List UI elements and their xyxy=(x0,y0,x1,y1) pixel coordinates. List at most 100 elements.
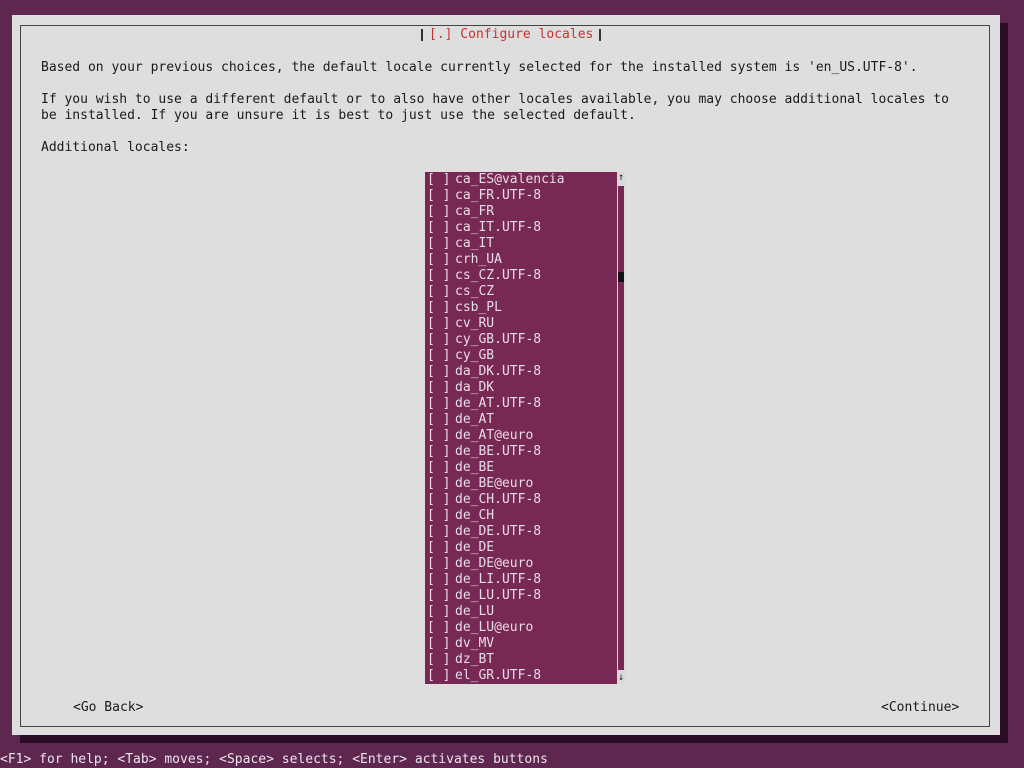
continue-button[interactable]: <Continue> xyxy=(881,700,959,716)
locale-checkbox[interactable]: [ ] xyxy=(427,524,455,540)
locale-label: de_DE xyxy=(455,540,495,555)
locale-checkbox[interactable]: [ ] xyxy=(427,540,455,556)
locale-checkbox[interactable]: [ ] xyxy=(427,428,455,444)
locale-list-item[interactable]: [ ] de_DE@euro xyxy=(425,556,617,572)
locale-list-item[interactable]: [ ] ca_IT.UTF-8 xyxy=(425,220,617,236)
locale-label: ca_IT xyxy=(455,236,495,251)
locale-list-item[interactable]: [ ] cv_RU xyxy=(425,316,617,332)
locale-label: de_BE xyxy=(455,460,495,475)
locale-checkbox[interactable]: [ ] xyxy=(427,556,455,572)
locale-checkbox[interactable]: [ ] xyxy=(427,172,455,188)
locale-list-item[interactable]: [ ] cs_CZ.UTF-8 xyxy=(425,268,617,284)
locale-label: cy_GB.UTF-8 xyxy=(455,332,542,347)
locale-checkbox[interactable]: [ ] xyxy=(427,460,455,476)
dialog-title: [.] Configure locales xyxy=(421,27,602,43)
locale-checkbox[interactable]: [ ] xyxy=(427,252,455,268)
locale-checkbox[interactable]: [ ] xyxy=(427,444,455,460)
locale-label: da_DK xyxy=(455,380,495,395)
locale-list-item[interactable]: [ ] de_LU xyxy=(425,604,617,620)
locale-checkbox[interactable]: [ ] xyxy=(427,508,455,524)
locale-list-item[interactable]: [ ] dz_BT xyxy=(425,652,617,668)
configure-locales-dialog: [.] Configure locales Based on your prev… xyxy=(12,15,1000,735)
locale-label: ca_IT.UTF-8 xyxy=(455,220,542,235)
locale-checkbox[interactable]: [ ] xyxy=(427,268,455,284)
locale-label: da_DK.UTF-8 xyxy=(455,364,542,379)
locale-list-item[interactable]: [ ] de_CH.UTF-8 xyxy=(425,492,617,508)
locale-checkbox[interactable]: [ ] xyxy=(427,412,455,428)
locale-checkbox[interactable]: [ ] xyxy=(427,636,455,652)
locale-checkbox[interactable]: [ ] xyxy=(427,476,455,492)
locale-label: de_LI.UTF-8 xyxy=(455,572,542,587)
scroll-down-arrow-icon[interactable]: ↓ xyxy=(616,672,626,684)
locale-checkbox[interactable]: [ ] xyxy=(427,364,455,380)
locale-list-item[interactable]: [ ] dv_MV xyxy=(425,636,617,652)
scrollbar-track[interactable] xyxy=(618,186,624,670)
additional-locales-label: Additional locales: xyxy=(41,140,190,155)
locale-checkbox[interactable]: [ ] xyxy=(427,668,455,684)
locale-list-item[interactable]: [ ] de_DE.UTF-8 xyxy=(425,524,617,540)
locale-checkbox[interactable]: [ ] xyxy=(427,204,455,220)
locale-list-item[interactable]: [ ] de_DE xyxy=(425,540,617,556)
dialog-frame: [.] Configure locales Based on your prev… xyxy=(20,25,990,727)
locale-list-item[interactable]: [ ] da_DK.UTF-8 xyxy=(425,364,617,380)
instruction-text-line2: be installed. If you are unsure it is be… xyxy=(41,108,636,123)
locale-checkbox[interactable]: [ ] xyxy=(427,652,455,668)
locale-checkbox[interactable]: [ ] xyxy=(427,236,455,252)
locale-checkbox[interactable]: [ ] xyxy=(427,284,455,300)
locale-list-item[interactable]: [ ] de_LI.UTF-8 xyxy=(425,572,617,588)
locale-checkbox[interactable]: [ ] xyxy=(427,604,455,620)
locale-label: cv_RU xyxy=(455,316,495,331)
go-back-button[interactable]: <Go Back> xyxy=(73,700,143,716)
locale-label: cy_GB xyxy=(455,348,495,363)
locale-list-item[interactable]: [ ] cy_GB.UTF-8 xyxy=(425,332,617,348)
locale-checkbox[interactable]: [ ] xyxy=(427,396,455,412)
locale-label: ca_ES@valencia xyxy=(455,172,565,187)
scrollbar-thumb[interactable] xyxy=(618,272,624,282)
locale-checkbox[interactable]: [ ] xyxy=(427,316,455,332)
locale-checkbox[interactable]: [ ] xyxy=(427,588,455,604)
locale-label: cs_CZ xyxy=(455,284,495,299)
locale-label: de_BE.UTF-8 xyxy=(455,444,542,459)
locale-list-item[interactable]: [ ] ca_FR xyxy=(425,204,617,220)
locale-list-item[interactable]: [ ] da_DK xyxy=(425,380,617,396)
locale-list-item[interactable]: [ ] ca_ES@valencia xyxy=(425,172,617,188)
locale-label: de_LU.UTF-8 xyxy=(455,588,542,603)
locale-list-item[interactable]: [ ] de_LU.UTF-8 xyxy=(425,588,617,604)
scroll-up-arrow-icon[interactable]: ↑ xyxy=(616,172,626,184)
locale-list-item[interactable]: [ ] de_AT xyxy=(425,412,617,428)
locale-checkbox[interactable]: [ ] xyxy=(427,348,455,364)
locale-label: de_CH.UTF-8 xyxy=(455,492,542,507)
locales-scrollbar[interactable]: ↑ ↓ xyxy=(617,172,625,684)
locale-label: de_AT xyxy=(455,412,495,427)
locale-label: crh_UA xyxy=(455,252,502,267)
locale-checkbox[interactable]: [ ] xyxy=(427,380,455,396)
locale-list-item[interactable]: [ ] de_BE@euro xyxy=(425,476,617,492)
locale-list-item[interactable]: [ ] ca_IT xyxy=(425,236,617,252)
locale-list-item[interactable]: [ ] cy_GB xyxy=(425,348,617,364)
locales-listbox[interactable]: [ ] ca_ES@valencia[ ] ca_FR.UTF-8[ ] ca_FR[… xyxy=(425,172,617,684)
locale-label: dv_MV xyxy=(455,636,495,651)
locale-list-item[interactable]: [ ] de_LU@euro xyxy=(425,620,617,636)
locale-checkbox[interactable]: [ ] xyxy=(427,300,455,316)
locale-list-item[interactable]: [ ] csb_PL xyxy=(425,300,617,316)
locale-checkbox[interactable]: [ ] xyxy=(427,492,455,508)
locale-checkbox[interactable]: [ ] xyxy=(427,332,455,348)
locale-checkbox[interactable]: [ ] xyxy=(427,220,455,236)
locale-list-item[interactable]: [ ] cs_CZ xyxy=(425,284,617,300)
locale-checkbox[interactable]: [ ] xyxy=(427,572,455,588)
locale-list-item[interactable]: [ ] de_AT@euro xyxy=(425,428,617,444)
locale-label: cs_CZ.UTF-8 xyxy=(455,268,542,283)
footer-help-bar: <F1> for help; <Tab> moves; <Space> sele… xyxy=(0,752,1024,768)
locale-checkbox[interactable]: [ ] xyxy=(427,620,455,636)
locale-label: de_BE@euro xyxy=(455,476,534,491)
locale-label: dz_BT xyxy=(455,652,495,667)
locale-list-item[interactable]: [ ] el_GR.UTF-8 xyxy=(425,668,617,684)
locale-list-item[interactable]: [ ] crh_UA xyxy=(425,252,617,268)
locale-list-item[interactable]: [ ] de_CH xyxy=(425,508,617,524)
locale-list-item[interactable]: [ ] ca_FR.UTF-8 xyxy=(425,188,617,204)
locale-checkbox[interactable]: [ ] xyxy=(427,188,455,204)
locale-list-item[interactable]: [ ] de_BE xyxy=(425,460,617,476)
locale-label: de_LU xyxy=(455,604,495,619)
locale-list-item[interactable]: [ ] de_BE.UTF-8 xyxy=(425,444,617,460)
locale-list-item[interactable]: [ ] de_AT.UTF-8 xyxy=(425,396,617,412)
